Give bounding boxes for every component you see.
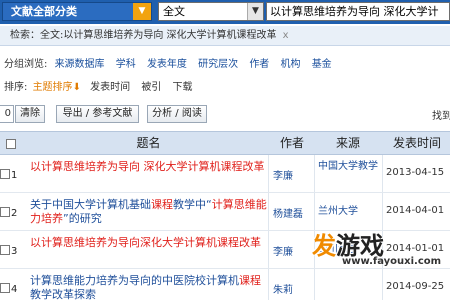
row-number: 2: [11, 208, 18, 219]
publish-date: 2014-04-01: [386, 205, 445, 216]
group-subject[interactable]: 学科: [116, 59, 136, 70]
table-row: 1 以计算思维培养为导向 深化大学计算机课程改革 李廉 中国大学教学 2013-…: [0, 155, 450, 193]
group-institution[interactable]: 机构: [281, 59, 301, 70]
export-button[interactable]: 导出 / 参考文献: [56, 105, 139, 123]
row-checkbox[interactable]: [0, 207, 10, 217]
row-number: 1: [11, 170, 18, 181]
source-link[interactable]: 中国大学教学: [318, 160, 382, 173]
sort-date[interactable]: 发表时间: [90, 82, 130, 93]
group-year[interactable]: 发表年度: [147, 59, 187, 70]
arrow-down-icon: ⬇: [72, 82, 81, 93]
category-select-label: 文献全部分类: [11, 5, 77, 18]
row-checkbox[interactable]: [0, 169, 10, 179]
search-input[interactable]: 以计算思维培养为导向 深化大学计: [266, 2, 450, 21]
result-title-link[interactable]: 以计算思维培养为导向深化大学计算机课程改革: [30, 236, 268, 250]
result-title-link[interactable]: 以计算思维培养为导向 深化大学计算机课程改革: [30, 160, 268, 174]
title-text: 教学中“: [173, 198, 212, 211]
publish-date: 2013-04-15: [386, 167, 445, 178]
clear-button[interactable]: 清除: [15, 105, 45, 123]
table-header: 题名 作者 来源 发表时间: [0, 131, 450, 155]
title-text: ”的研究: [63, 212, 102, 225]
header-date[interactable]: 发表时间: [384, 132, 450, 154]
author-link[interactable]: 杨建磊: [273, 205, 317, 220]
title-text: 教学改革探索: [30, 288, 96, 300]
sort-cited[interactable]: 被引: [141, 82, 161, 93]
close-icon[interactable]: x: [283, 30, 289, 41]
author-link[interactable]: 李廉: [273, 167, 317, 182]
category-select[interactable]: 文献全部分类 ▼: [2, 2, 152, 21]
group-browse-bar: 分组浏览: 来源数据库 学科 发表年度 研究层次 作者 机构 基金: [0, 56, 450, 74]
author-link[interactable]: 李廉: [273, 243, 317, 258]
analyze-button[interactable]: 分析 / 阅读: [147, 105, 207, 123]
breadcrumb-prefix: 检索：: [10, 30, 40, 41]
chevron-down-icon[interactable]: ▼: [247, 3, 263, 20]
field-select[interactable]: 全文 ▼: [158, 2, 264, 21]
result-count-label: 找到: [432, 111, 450, 122]
site-watermark: 发游戏 www.fayouxi.com: [312, 226, 448, 298]
header-title[interactable]: 题名: [30, 132, 267, 154]
sort-topic[interactable]: 主题排序⬇: [33, 82, 81, 93]
group-browse-label: 分组浏览:: [4, 59, 48, 70]
select-all-checkbox[interactable]: [0, 132, 22, 154]
row-number: 4: [11, 284, 18, 295]
group-fund[interactable]: 基金: [312, 59, 332, 70]
breadcrumb-path: 全文:以计算思维培养为导向 深化大学计算机课程改革: [40, 30, 277, 41]
search-bar: 文献全部分类 ▼ 全文 ▼ 以计算思维培养为导向 深化大学计: [0, 0, 450, 24]
breadcrumb: 检索：全文:以计算思维培养为导向 深化大学计算机课程改革 x: [0, 26, 450, 46]
group-level[interactable]: 研究层次: [198, 59, 238, 70]
field-select-label: 全文: [163, 5, 185, 18]
action-toolbar: 0 清除 导出 / 参考文献 分析 / 阅读 找到: [0, 104, 450, 126]
result-title-link[interactable]: 计算思维能力培养为导向的中医院校计算机课程教学改革探索: [30, 274, 268, 300]
chevron-down-icon[interactable]: ▼: [133, 3, 151, 20]
title-highlight: 课程: [151, 198, 173, 211]
author-link[interactable]: 朱莉: [273, 281, 317, 296]
header-author[interactable]: 作者: [270, 132, 314, 154]
sort-download[interactable]: 下载: [173, 82, 193, 93]
watermark-url: www.fayouxi.com: [342, 256, 442, 267]
row-number: 3: [11, 246, 18, 257]
sort-bar: 排序: 主题排序⬇ 发表时间 被引 下载: [0, 79, 450, 97]
title-text: 关于中国大学计算机基础: [30, 198, 151, 211]
row-checkbox[interactable]: [0, 245, 10, 255]
sort-label: 排序:: [4, 82, 28, 93]
watermark-logo-char: 发: [312, 232, 336, 260]
result-title-link[interactable]: 关于中国大学计算机基础课程教学中“计算思维能力培养”的研究: [30, 198, 268, 226]
sort-topic-label: 主题排序: [32, 82, 73, 93]
title-text: 计算思维能力培养为导向的中医院校计算机: [30, 274, 239, 287]
source-link[interactable]: 兰州大学: [318, 205, 382, 218]
title-highlight: 课程: [239, 274, 261, 287]
selected-count: 0: [0, 105, 14, 123]
group-source-db[interactable]: 来源数据库: [55, 59, 105, 70]
group-author[interactable]: 作者: [249, 59, 269, 70]
row-checkbox[interactable]: [0, 283, 10, 293]
header-source[interactable]: 来源: [316, 132, 380, 154]
